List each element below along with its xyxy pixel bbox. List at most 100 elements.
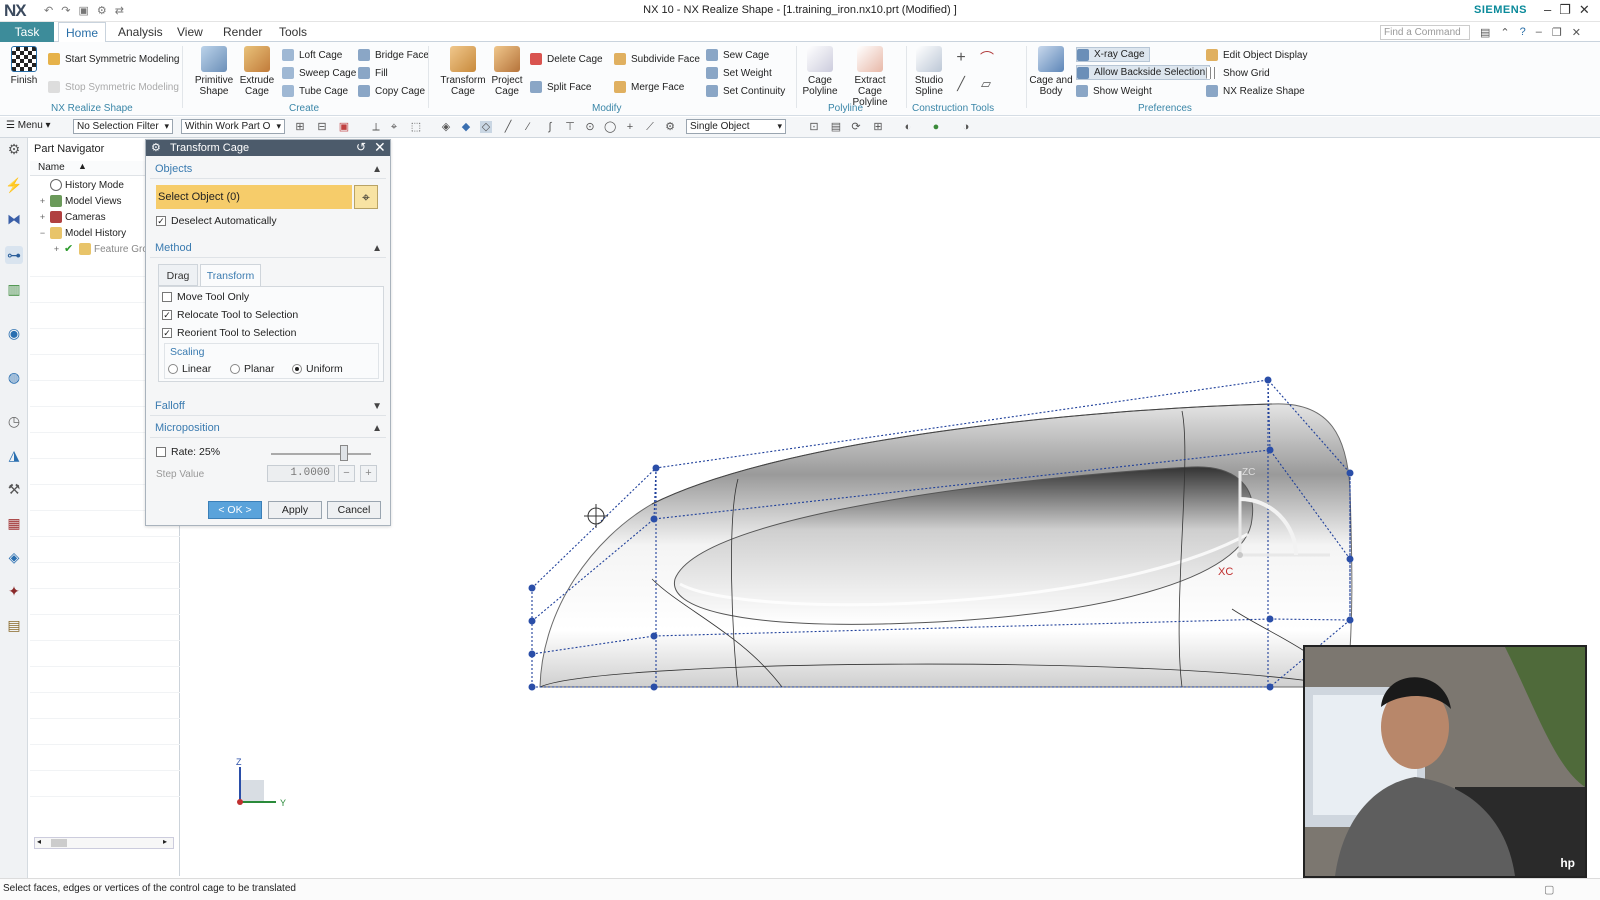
loft-cage-button[interactable]: Loft Cage xyxy=(282,48,342,62)
rate-slider-track[interactable] xyxy=(271,453,371,455)
set-continuity-button[interactable]: Set Continuity xyxy=(706,84,785,98)
system-materials-icon[interactable]: ◮ xyxy=(5,446,23,464)
intersection-snap-icon[interactable]: + xyxy=(624,121,636,133)
dialog-settings-icon[interactable]: ⚙ xyxy=(151,141,161,154)
tab-view[interactable]: View xyxy=(177,25,203,39)
tab-home[interactable]: Home xyxy=(58,22,106,43)
assembly-navigator-icon[interactable]: ⚡ xyxy=(5,176,23,194)
close-doc-icon[interactable]: ✕ xyxy=(1572,26,1581,39)
tube-cage-button[interactable]: Tube Cage xyxy=(282,84,348,98)
part-navigator-icon[interactable]: ⊶ xyxy=(5,246,23,264)
cage-polyline-button[interactable]: Cage Polyline xyxy=(802,46,838,97)
zoom-icon[interactable]: ▤ xyxy=(830,121,842,133)
nav-item-cameras[interactable]: + Cameras xyxy=(38,211,106,223)
web-browser-icon[interactable]: ◍ xyxy=(5,368,23,386)
expand-icon[interactable]: + xyxy=(38,196,47,206)
palette-icon[interactable]: ▤ xyxy=(5,616,23,634)
edit-object-display-button[interactable]: Edit Object Display xyxy=(1206,48,1307,62)
history-icon[interactable]: ◷ xyxy=(5,412,23,430)
center-snap-icon[interactable]: ⊙ xyxy=(584,121,596,133)
lasso-icon[interactable]: ⌖ xyxy=(388,121,400,133)
restore-doc-icon[interactable]: ❐ xyxy=(1552,26,1562,39)
scaling-linear-radio[interactable]: Linear xyxy=(168,363,211,375)
orient-view-icon[interactable]: ⊞ xyxy=(872,121,884,133)
reuse-library-icon[interactable]: ▥ xyxy=(5,280,23,298)
process-studio-icon[interactable]: ⚒ xyxy=(5,480,23,498)
rate-slider-thumb[interactable] xyxy=(340,445,348,461)
sweep-cage-button[interactable]: Sweep Cage xyxy=(282,66,356,80)
show-weight-toggle[interactable]: Show Weight xyxy=(1076,84,1152,98)
rectangle-select-icon[interactable]: ⬚ xyxy=(410,121,422,133)
visibility-icon[interactable]: ◑ xyxy=(960,121,972,133)
xray-cage-toggle[interactable]: X-ray Cage xyxy=(1076,47,1150,62)
merge-face-button[interactable]: Merge Face xyxy=(614,80,684,94)
settings-icon[interactable]: ⚙ xyxy=(5,140,23,158)
midpoint-snap-icon[interactable]: ⟋ xyxy=(644,121,656,133)
show-grid-toggle[interactable]: Show Grid xyxy=(1206,66,1270,80)
system-scenes-icon[interactable]: ✦ xyxy=(5,582,23,600)
tab-render[interactable]: Render xyxy=(223,25,262,39)
dialog-close-icon[interactable]: ✕ xyxy=(374,139,386,156)
scaling-planar-radio[interactable]: Planar xyxy=(230,363,274,375)
stop-symmetric-button[interactable]: Stop Symmetric Modeling xyxy=(48,80,179,94)
render-style-icon[interactable]: ◐ xyxy=(902,121,914,133)
selection-mode-dropdown[interactable]: Single Object xyxy=(686,119,786,134)
scaling-uniform-radio[interactable]: Uniform xyxy=(292,363,343,375)
allow-backside-selection-toggle[interactable]: Allow Backside Selection xyxy=(1076,65,1211,80)
minimize-doc-icon[interactable]: – xyxy=(1536,26,1542,39)
nav-item-feature-group[interactable]: + ✔ Feature Gro xyxy=(52,243,148,255)
copy-cage-button[interactable]: Copy Cage xyxy=(358,84,425,98)
subdivide-face-button[interactable]: Subdivide Face xyxy=(614,52,700,66)
roles-icon[interactable]: ◈ xyxy=(5,548,23,566)
select-object-field[interactable]: Select Object (0) xyxy=(156,185,352,209)
tab-tools[interactable]: Tools xyxy=(279,25,307,39)
start-symmetric-button[interactable]: Start Symmetric Modeling xyxy=(48,52,179,66)
move-tool-only-checkbox[interactable]: Move Tool Only xyxy=(162,291,249,303)
nav-item-model-views[interactable]: + Model Views xyxy=(38,195,122,207)
collapse-icon[interactable]: − xyxy=(38,228,47,238)
filter-icon[interactable]: ▣ xyxy=(338,121,350,133)
select-all-icon[interactable]: ⊞ xyxy=(294,121,306,133)
tab-task[interactable]: Task xyxy=(0,22,54,42)
curve-filter-icon[interactable]: ∕ xyxy=(522,121,534,133)
fit-view-icon[interactable]: ⊡ xyxy=(808,121,820,133)
section-method-header[interactable]: Method ▲ xyxy=(150,239,386,258)
cancel-button[interactable]: Cancel xyxy=(327,501,381,519)
tab-analysis[interactable]: Analysis xyxy=(118,25,163,39)
relocate-tool-checkbox[interactable]: ✓ Relocate Tool to Selection xyxy=(162,309,298,321)
reorient-tool-checkbox[interactable]: ✓ Reorient Tool to Selection xyxy=(162,327,296,339)
cage-and-body-button[interactable]: Cage and Body xyxy=(1028,46,1074,97)
section-falloff-header[interactable]: Falloff ▼ xyxy=(150,397,386,416)
section-objects-header[interactable]: Objects ▲ xyxy=(150,160,386,179)
selection-scope-dropdown[interactable]: Within Work Part O xyxy=(181,119,285,134)
window-menu-icon[interactable]: ▤ xyxy=(1480,26,1490,39)
delete-cage-button[interactable]: Delete Cage xyxy=(530,52,603,66)
expand-icon[interactable]: + xyxy=(38,212,47,222)
nav-item-history-mode[interactable]: History Mode xyxy=(38,179,124,191)
sphere-icon[interactable]: ● xyxy=(930,121,942,133)
hd3d-icon[interactable]: ◉ xyxy=(5,324,23,342)
extract-cage-polyline-button[interactable]: Extract Cage Polyline xyxy=(842,46,898,108)
manufacturing-wizards-icon[interactable]: ▦ xyxy=(5,514,23,532)
close-icon[interactable]: ✕ xyxy=(1579,2,1590,18)
collapse-ribbon-icon[interactable]: ⌃ xyxy=(1500,26,1509,39)
set-weight-button[interactable]: Set Weight xyxy=(706,66,772,80)
expand-icon[interactable]: + xyxy=(52,244,61,254)
tab-drag[interactable]: Drag xyxy=(158,264,198,286)
reset-icon[interactable]: ↺ xyxy=(356,140,366,154)
line-icon[interactable]: ╱ xyxy=(955,77,967,90)
primitive-shape-button[interactable]: Primitive Shape xyxy=(192,46,236,97)
select-object-crosshair-icon[interactable]: ⌖ xyxy=(354,185,378,209)
snap-icon[interactable]: ⟂ xyxy=(370,121,382,133)
help-icon[interactable]: ? xyxy=(1520,26,1526,39)
transform-cage-button[interactable]: Transform Cage xyxy=(438,46,488,97)
edge-filter-icon[interactable]: ╱ xyxy=(502,121,514,133)
deselect-automatically-checkbox[interactable]: ✓ Deselect Automatically xyxy=(156,215,277,227)
nx-realize-shape-prefs-button[interactable]: NX Realize Shape xyxy=(1206,84,1305,98)
apply-button[interactable]: Apply xyxy=(268,501,322,519)
scroll-left-icon[interactable]: ◂ xyxy=(37,837,41,846)
step-increment-button[interactable]: + xyxy=(360,465,377,482)
fill-button[interactable]: Fill xyxy=(358,66,388,80)
deselect-icon[interactable]: ⊟ xyxy=(316,121,328,133)
cage-filter-icon[interactable]: ◇ xyxy=(480,121,492,133)
